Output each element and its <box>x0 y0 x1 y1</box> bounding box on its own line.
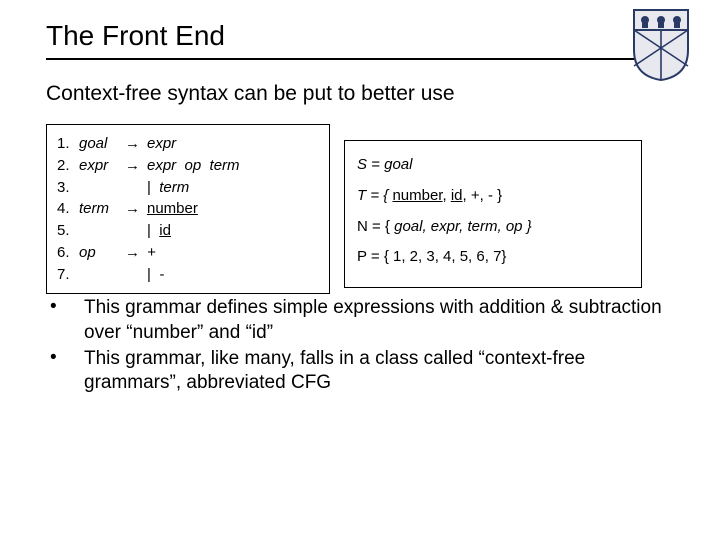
set-S: S = goal <box>357 154 625 176</box>
grammar-rule: 7.| - <box>57 264 315 286</box>
sets-box: S = goal T = { number, id, +, - } N = { … <box>344 140 642 288</box>
grammar-rule: 6.op→+ <box>57 242 315 264</box>
grammar-rule: 5.| id <box>57 220 315 242</box>
bullet-item: • This grammar, like many, falls in a cl… <box>46 347 674 396</box>
grammar-rule: 3.| term <box>57 177 315 199</box>
set-N: N = { goal, expr, term, op } <box>357 216 625 238</box>
grammar-rule: 2.expr→expr op term <box>57 155 315 177</box>
grammar-rule: 1.goal→expr <box>57 133 315 155</box>
bullet-item: • This grammar defines simple expression… <box>46 296 674 345</box>
slide-title: The Front End <box>46 20 658 60</box>
slide-subtitle: Context-free syntax can be put to better… <box>46 82 674 106</box>
set-P: P = { 1, 2, 3, 4, 5, 6, 7} <box>357 246 625 268</box>
set-T: T = { number, id, +, - } <box>357 185 625 207</box>
slide: The Front End Context-free syntax can be… <box>0 0 720 540</box>
crest-logo <box>630 6 692 82</box>
grammar-box: 1.goal→expr 2.expr→expr op term 3.| term… <box>46 124 330 294</box>
grammar-rule: 4.term→number <box>57 198 315 220</box>
content-boxes: 1.goal→expr 2.expr→expr op term 3.| term… <box>46 124 674 294</box>
bullet-dot-icon: • <box>46 296 84 345</box>
bullet-dot-icon: • <box>46 347 84 396</box>
bullet-list: • This grammar defines simple expression… <box>46 296 674 395</box>
